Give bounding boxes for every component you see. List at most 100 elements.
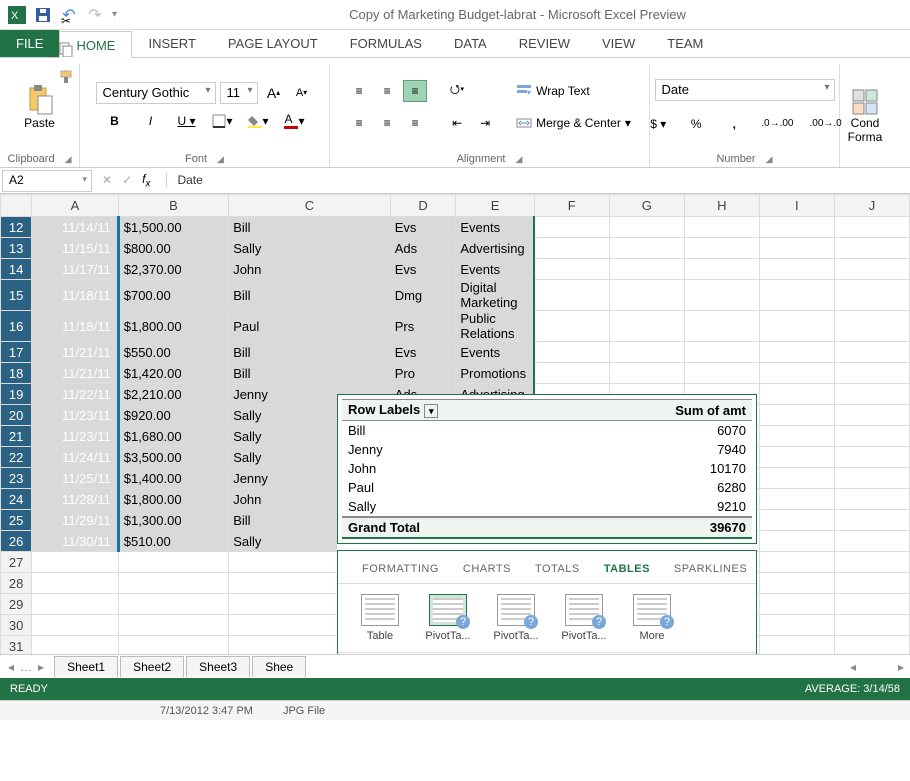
font-size-select[interactable]: 11 — [220, 82, 258, 104]
cell[interactable]: 11/30/11 — [32, 531, 118, 552]
cell[interactable]: Promotions — [456, 363, 534, 384]
save-icon[interactable] — [34, 6, 52, 24]
decrease-decimal-button[interactable]: .00→.0 — [809, 113, 843, 135]
cancel-icon[interactable]: ✕ — [102, 173, 112, 187]
sheet-tab[interactable]: Sheet3 — [186, 656, 250, 677]
col-header-H[interactable]: H — [684, 195, 759, 217]
fill-color-button[interactable]: ▾ — [247, 110, 271, 132]
sheet-tab[interactable]: Sheet2 — [120, 656, 184, 677]
row-header[interactable]: 31 — [1, 636, 32, 655]
tab-view[interactable]: VIEW — [586, 30, 651, 57]
cell[interactable] — [534, 280, 609, 311]
lens-tab-totals[interactable]: TOTALS — [523, 561, 592, 577]
cell[interactable]: $1,300.00 — [118, 510, 228, 531]
font-face-select[interactable]: Century Gothic — [96, 82, 216, 104]
col-header-C[interactable]: C — [229, 195, 391, 217]
cell[interactable]: $1,800.00 — [118, 311, 228, 342]
tab-data[interactable]: DATA — [438, 30, 503, 57]
increase-indent-icon[interactable]: ⇥ — [473, 112, 497, 134]
sheet-tab[interactable]: Shee — [252, 656, 306, 677]
align-right-icon[interactable]: ≡ — [403, 112, 427, 134]
bold-button[interactable]: B — [103, 110, 127, 132]
col-header-A[interactable]: A — [32, 195, 118, 217]
row-header[interactable]: 23 — [1, 468, 32, 489]
worksheet-grid[interactable]: A B C D E F G H I J 12 11/14/11 $1,500.0… — [0, 194, 910, 654]
cell[interactable]: Bill — [229, 280, 391, 311]
cell[interactable]: Bill — [229, 217, 391, 238]
font-color-button[interactable]: A ▾ — [283, 110, 307, 132]
cell[interactable]: 11/25/11 — [32, 468, 118, 489]
cell[interactable]: Bill — [229, 342, 391, 363]
row-header[interactable]: 18 — [1, 363, 32, 384]
row-header[interactable]: 15 — [1, 280, 32, 311]
formula-bar-value[interactable]: Date — [166, 173, 202, 187]
underline-button[interactable]: U ▾ — [175, 110, 199, 132]
cell[interactable]: 11/22/11 — [32, 384, 118, 405]
table-row[interactable]: 14 11/17/11 $2,370.00 John Evs Events — [1, 259, 910, 280]
cell[interactable]: Events — [456, 259, 534, 280]
table-row[interactable]: 16 11/18/11 $1,800.00 Paul Prs Public Re… — [1, 311, 910, 342]
row-header[interactable]: 16 — [1, 311, 32, 342]
row-header[interactable]: 13 — [1, 238, 32, 259]
lens-item[interactable]: Table — [350, 594, 410, 642]
decrease-indent-icon[interactable]: ⇤ — [445, 112, 469, 134]
alignment-dialog-launcher[interactable]: ◢ — [516, 154, 523, 165]
col-header-B[interactable]: B — [118, 195, 228, 217]
lens-item[interactable]: ?PivotTa... — [486, 594, 546, 642]
accounting-format-button[interactable]: $ ▾ — [646, 113, 670, 135]
table-row[interactable]: 18 11/21/11 $1,420.00 Bill Pro Promotion… — [1, 363, 910, 384]
italic-button[interactable]: I — [139, 110, 163, 132]
tab-formulas[interactable]: FORMULAS — [334, 30, 438, 57]
cell[interactable]: $800.00 — [118, 238, 228, 259]
name-box[interactable]: A2 — [2, 170, 92, 192]
cell[interactable]: Pro — [390, 363, 456, 384]
lens-item[interactable]: ?PivotTa... — [554, 594, 614, 642]
qat-dropdown-icon[interactable]: ▾ — [112, 9, 117, 20]
align-center-icon[interactable]: ≡ — [375, 112, 399, 134]
table-row[interactable]: 15 11/18/11 $700.00 Bill Dmg Digital Mar… — [1, 280, 910, 311]
row-header[interactable]: 12 — [1, 217, 32, 238]
align-middle-icon[interactable]: ≡ — [375, 80, 399, 102]
row-header[interactable]: 20 — [1, 405, 32, 426]
tab-insert[interactable]: INSERT — [132, 30, 211, 57]
cell[interactable] — [534, 259, 609, 280]
sheet-nav-prev[interactable]: … — [20, 660, 32, 674]
row-header[interactable]: 28 — [1, 573, 32, 594]
cell[interactable]: $2,210.00 — [118, 384, 228, 405]
cell[interactable]: 11/24/11 — [32, 447, 118, 468]
cell[interactable] — [534, 342, 609, 363]
sheet-tab[interactable]: Sheet1 — [54, 656, 118, 677]
cell[interactable]: Evs — [390, 217, 456, 238]
cell[interactable]: 11/15/11 — [32, 238, 118, 259]
cell[interactable]: $1,800.00 — [118, 489, 228, 510]
row-header[interactable]: 30 — [1, 615, 32, 636]
row-header[interactable]: 19 — [1, 384, 32, 405]
hscroll-left[interactable]: ◂ — [844, 660, 862, 674]
cell[interactable] — [534, 238, 609, 259]
row-header[interactable]: 29 — [1, 594, 32, 615]
sheet-nav-next[interactable]: ▸ — [38, 660, 44, 674]
clipboard-dialog-launcher[interactable]: ◢ — [65, 154, 72, 165]
tab-review[interactable]: REVIEW — [503, 30, 586, 57]
col-header-D[interactable]: D — [390, 195, 456, 217]
number-dialog-launcher[interactable]: ◢ — [766, 154, 773, 165]
font-dialog-launcher[interactable]: ◢ — [217, 154, 224, 165]
tab-team[interactable]: TEAM — [651, 30, 719, 57]
col-header-I[interactable]: I — [759, 195, 834, 217]
comma-format-button[interactable]: , — [722, 113, 746, 135]
cell[interactable]: Dmg — [390, 280, 456, 311]
format-painter-icon[interactable] — [54, 66, 78, 88]
number-format-select[interactable]: Date — [655, 79, 835, 101]
cell[interactable]: $1,420.00 — [118, 363, 228, 384]
align-left-icon[interactable]: ≡ — [347, 112, 371, 134]
cell[interactable]: $1,400.00 — [118, 468, 228, 489]
cond-format-button[interactable]: CondForma — [847, 87, 884, 145]
cell[interactable]: Evs — [390, 259, 456, 280]
table-row[interactable]: 12 11/14/11 $1,500.00 Bill Evs Events — [1, 217, 910, 238]
cell[interactable]: Advertising — [456, 238, 534, 259]
cell[interactable]: $920.00 — [118, 405, 228, 426]
cell[interactable]: $3,500.00 — [118, 447, 228, 468]
lens-tab-tables[interactable]: TABLES — [592, 561, 662, 577]
lens-item[interactable]: ?More — [622, 594, 682, 642]
cell[interactable]: 11/18/11 — [32, 311, 118, 342]
